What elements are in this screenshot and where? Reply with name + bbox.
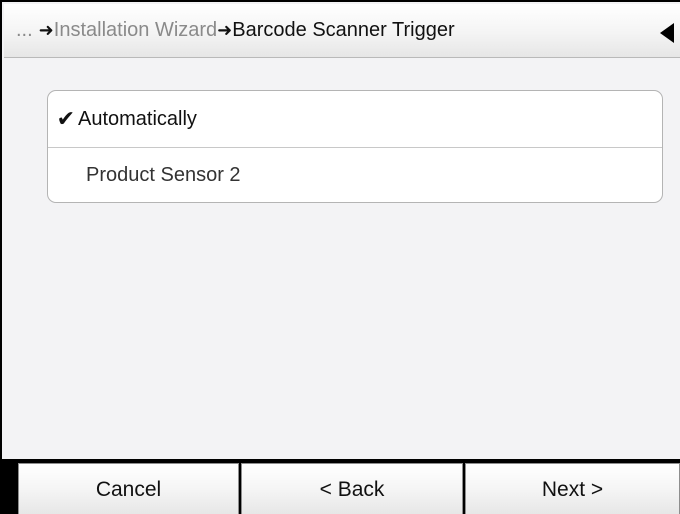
cancel-button[interactable]: Cancel bbox=[18, 463, 239, 514]
breadcrumb-ellipsis[interactable]: ... bbox=[16, 19, 33, 42]
breadcrumb-installation-wizard[interactable]: Installation Wizard bbox=[54, 19, 217, 42]
back-button[interactable]: < Back bbox=[241, 463, 463, 514]
option-product-sensor-2[interactable]: Product Sensor 2 bbox=[48, 147, 662, 202]
option-label: Product Sensor 2 bbox=[86, 164, 241, 186]
breadcrumb-header: ... ➜ Installation Wizard ➜ Barcode Scan… bbox=[4, 4, 680, 58]
next-button[interactable]: Next > bbox=[465, 463, 680, 514]
breadcrumb-arrow-icon: ➜ bbox=[217, 20, 233, 40]
checkmark-icon: ✔ bbox=[56, 106, 75, 131]
option-label: Automatically bbox=[78, 107, 197, 130]
trigger-option-list: ✔ Automatically Product Sensor 2 bbox=[47, 90, 663, 203]
page-title: Barcode Scanner Trigger bbox=[232, 19, 455, 41]
back-triangle-icon[interactable] bbox=[660, 23, 674, 43]
option-automatically[interactable]: ✔ Automatically bbox=[48, 91, 662, 147]
button-bar: Cancel < Back Next > bbox=[0, 459, 680, 514]
breadcrumb-arrow-icon: ➜ bbox=[38, 20, 54, 40]
wizard-screen: ... ➜ Installation Wizard ➜ Barcode Scan… bbox=[0, 0, 680, 514]
